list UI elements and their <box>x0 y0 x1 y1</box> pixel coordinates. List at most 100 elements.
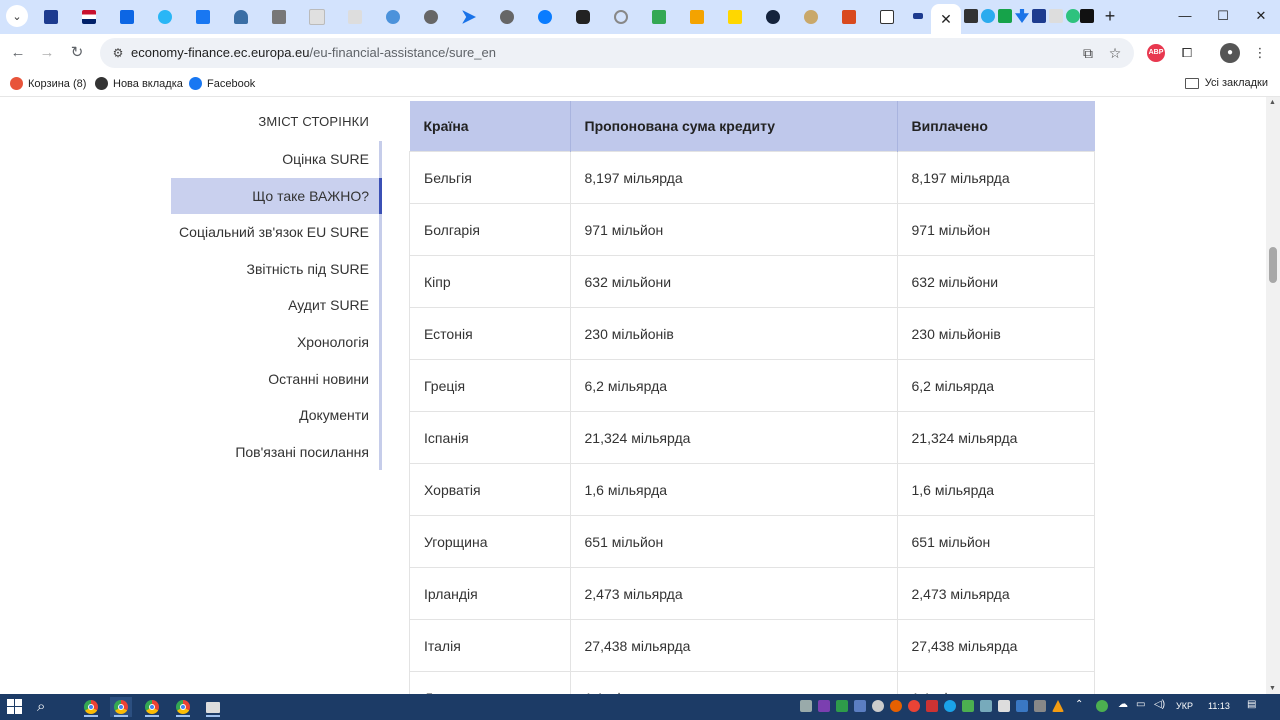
chrome-tray-icon[interactable] <box>908 700 920 712</box>
tab[interactable] <box>226 4 256 30</box>
taskbar-chrome-app[interactable] <box>80 697 102 717</box>
tab[interactable] <box>606 4 636 30</box>
tab[interactable] <box>796 4 826 30</box>
bookmark-star-icon[interactable]: ☆ <box>1106 44 1124 62</box>
tab[interactable] <box>264 4 294 30</box>
tray-app-icon[interactable] <box>1034 700 1046 712</box>
toc-item-related-links[interactable]: Пов'язані посилання <box>171 434 382 471</box>
back-arrow-icon[interactable]: ← <box>8 43 28 63</box>
site-info-icon[interactable]: ⚙ <box>110 45 126 61</box>
tray-app-icon[interactable] <box>980 700 992 712</box>
toc-item-social-bonds[interactable]: Соціальний зв'язок EU SURE <box>171 214 382 251</box>
maximize-button[interactable]: ☐ <box>1208 6 1238 26</box>
close-window-button[interactable]: ✕ <box>1246 6 1276 26</box>
tab[interactable] <box>492 4 522 30</box>
network-icon[interactable]: ▭ <box>1136 699 1145 710</box>
forward-arrow-icon[interactable]: → <box>37 43 57 63</box>
menu-dots-icon[interactable]: ⋮ <box>1250 43 1270 63</box>
sure-loans-table: Країна Пропонована сума кредиту Виплачен… <box>409 101 1095 694</box>
show-hidden-icons-icon[interactable]: ⌃ <box>1075 699 1083 710</box>
taskbar-app[interactable] <box>202 697 224 717</box>
tab[interactable] <box>340 4 370 30</box>
cell-proposed: 632 мільйони <box>569 255 898 308</box>
taskbar-chrome-app[interactable] <box>141 697 163 717</box>
taskbar-chrome-app[interactable] <box>110 697 132 717</box>
tab[interactable] <box>720 4 750 30</box>
bookmark-item[interactable]: Facebook <box>189 77 255 90</box>
tray-app-icon[interactable] <box>962 700 974 712</box>
clock-time[interactable]: 11:13 <box>1208 701 1230 711</box>
scrollbar-thumb[interactable] <box>1269 247 1277 283</box>
language-indicator[interactable]: УКР <box>1176 701 1193 711</box>
tray-app-icon[interactable] <box>1016 700 1028 712</box>
translate-icon[interactable]: ⧉ <box>1079 44 1097 62</box>
tab[interactable] <box>150 4 180 30</box>
taskbar-chrome-app[interactable] <box>172 697 194 717</box>
toc-item-documents[interactable]: Документи <box>171 397 382 434</box>
tray-app-icon[interactable] <box>836 700 848 712</box>
tab[interactable] <box>758 4 788 30</box>
extensions-puzzle-icon[interactable]: ⧠ <box>1177 43 1197 63</box>
tab[interactable] <box>74 4 104 30</box>
tab-search-chevron-icon[interactable]: ⌄ <box>6 5 28 27</box>
gif-favicon-icon <box>1049 9 1063 23</box>
tray-app-icon[interactable] <box>998 700 1010 712</box>
close-tab-icon[interactable]: ✕ <box>940 11 952 28</box>
table-row: Хорватія 1,6 мільярда 1,6 мільярда <box>409 463 1095 516</box>
toc-item-sure-evaluation[interactable]: Оцінка SURE <box>171 141 382 178</box>
volume-icon[interactable]: ◁) <box>1154 699 1165 710</box>
cell-proposed: 230 мільйонів <box>569 307 898 360</box>
globe-icon <box>95 77 108 90</box>
minimize-button[interactable]: — <box>1170 6 1200 26</box>
url-text[interactable]: economy-finance.ec.europa.eu/eu-financia… <box>131 45 496 60</box>
tab[interactable] <box>188 4 218 30</box>
reload-icon[interactable]: ↻ <box>67 43 87 63</box>
tray-app-icon[interactable] <box>1096 700 1108 712</box>
facebook-favicon-icon <box>196 10 210 24</box>
toc-item-what-is-sure[interactable]: Що таке ВАЖНО? <box>171 177 382 215</box>
search-icon[interactable]: ⌕ <box>37 698 45 716</box>
tab[interactable] <box>454 4 484 30</box>
tray-app-icon[interactable] <box>818 700 830 712</box>
tab[interactable] <box>682 4 712 30</box>
tab[interactable] <box>112 4 142 30</box>
page-scrollbar[interactable]: ▲ ▼ <box>1266 97 1280 694</box>
tab[interactable] <box>416 4 446 30</box>
tab[interactable] <box>872 4 902 30</box>
tray-app-icon[interactable] <box>872 700 884 712</box>
toc-item-reporting[interactable]: Звітність під SURE <box>171 251 382 288</box>
bookmark-item[interactable]: Нова вкладка <box>95 77 183 90</box>
url-host: economy-finance.ec.europa.eu <box>131 45 310 60</box>
tray-app-icon[interactable] <box>800 700 812 712</box>
tray-app-icon[interactable] <box>854 700 866 712</box>
toc-item-chronology[interactable]: Хронологія <box>171 324 382 361</box>
tab[interactable] <box>644 4 674 30</box>
windows-taskbar: ⌕ ⌃ ☁ ▭ ◁) УКР 11:13 ▤ <box>0 694 1280 720</box>
bookmark-item[interactable]: Корзина (8) <box>10 77 86 90</box>
vlc-icon[interactable] <box>1052 700 1064 712</box>
scroll-up-arrow-icon[interactable]: ▲ <box>1269 99 1276 106</box>
tab-active[interactable]: ✕ <box>931 4 961 34</box>
table-row: Естонія 230 мільйонів 230 мільйонів <box>409 307 1095 360</box>
windows-start-icon[interactable] <box>7 699 23 715</box>
tab[interactable] <box>36 4 66 30</box>
cell-disbursed: 1,6 мільярда <box>896 463 1095 516</box>
new-tab-button[interactable]: + <box>1100 6 1120 26</box>
scroll-down-arrow-icon[interactable]: ▼ <box>1269 685 1276 692</box>
toc-item-audit[interactable]: Аудит SURE <box>171 287 382 324</box>
cloud-icon[interactable]: ☁ <box>1118 699 1128 710</box>
adblock-plus-icon[interactable]: ABP <box>1147 44 1165 62</box>
toc-item-latest-news[interactable]: Останні новини <box>171 361 382 398</box>
notifications-icon[interactable]: ▤ <box>1247 699 1256 710</box>
profile-avatar[interactable]: ● <box>1220 43 1240 63</box>
tab[interactable] <box>530 4 560 30</box>
edge-icon[interactable] <box>944 700 956 712</box>
tab[interactable] <box>834 4 864 30</box>
tab[interactable] <box>568 4 598 30</box>
tray-app-icon[interactable] <box>926 700 938 712</box>
address-bar[interactable]: ⚙ economy-finance.ec.europa.eu/eu-financ… <box>100 38 1134 68</box>
firefox-icon[interactable] <box>890 700 902 712</box>
tab[interactable] <box>378 4 408 30</box>
tab[interactable] <box>302 4 332 30</box>
all-bookmarks[interactable]: Усі закладки <box>1184 77 1268 89</box>
